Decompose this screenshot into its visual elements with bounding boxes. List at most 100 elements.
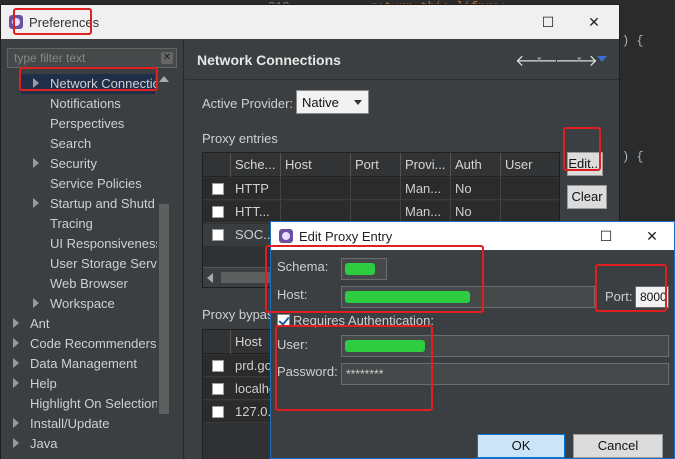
sidebar-item-ui-responsiveness[interactable]: UI Responsiveness xyxy=(1,234,162,254)
row-checkbox[interactable] xyxy=(212,206,224,218)
cancel-button[interactable]: Cancel xyxy=(573,434,663,458)
sidebar-item-label: Web Browser xyxy=(50,276,128,291)
row-auth: No xyxy=(451,178,501,200)
forward-dropdown-icon[interactable]: ▾ xyxy=(577,54,582,65)
bypass-checkbox-column xyxy=(203,330,231,354)
table-row[interactable]: HTT... Man... No xyxy=(203,201,559,223)
tree-scroll-thumb[interactable] xyxy=(159,204,169,414)
close-button[interactable]: ✕ xyxy=(585,13,603,31)
active-provider-value: Native xyxy=(302,95,339,110)
chevron-right-icon[interactable] xyxy=(33,158,39,168)
row-checkbox[interactable] xyxy=(212,229,224,241)
bypass-table-header: Host xyxy=(203,330,271,354)
sidebar-item-service-policies[interactable]: Service Policies xyxy=(1,174,157,194)
sidebar-item-perspectives[interactable]: Perspectives xyxy=(1,114,157,134)
user-label: User: xyxy=(277,337,309,352)
column-port[interactable]: Port xyxy=(351,153,401,177)
table-row[interactable]: HTTP Man... No xyxy=(203,178,559,200)
chevron-right-icon[interactable] xyxy=(33,298,39,308)
table-row[interactable]: 127.0.0 xyxy=(203,401,271,423)
dialog-maximize-button[interactable]: ☐ xyxy=(597,227,615,245)
sidebar-item-label: Service Policies xyxy=(50,176,142,191)
chevron-right-icon[interactable] xyxy=(13,418,19,428)
user-field[interactable] xyxy=(341,335,669,357)
back-dropdown-icon[interactable]: ▾ xyxy=(537,54,542,65)
sidebar-item-data-management[interactable]: Data Management xyxy=(1,354,157,374)
sidebar-item-user-storage-serv[interactable]: User Storage Serv xyxy=(1,254,157,274)
chevron-right-icon[interactable] xyxy=(33,198,39,208)
redaction-mark xyxy=(345,340,425,352)
row-schema: HTT... xyxy=(231,201,281,223)
preferences-title: Preferences xyxy=(29,15,100,30)
sidebar-item-search[interactable]: Search xyxy=(1,134,157,154)
sidebar-item-label: Highlight On Selection xyxy=(30,396,159,411)
sidebar-item-label: Workspace xyxy=(50,296,115,311)
row-checkbox[interactable] xyxy=(212,406,224,418)
column-host[interactable]: Host xyxy=(281,153,351,177)
host-field[interactable] xyxy=(341,286,595,308)
row-checkbox[interactable] xyxy=(212,360,224,372)
row-checkbox[interactable] xyxy=(212,183,224,195)
password-field[interactable]: ******** xyxy=(341,363,669,385)
bypass-host: 127.0.0 xyxy=(235,404,271,419)
sidebar-item-web-browser[interactable]: Web Browser xyxy=(1,274,157,294)
code-brace-1: ) { xyxy=(622,34,644,48)
sidebar-item-install-update[interactable]: Install/Update xyxy=(1,414,157,434)
clear-filter-icon[interactable]: ✕ xyxy=(161,52,173,64)
sidebar-item-label: Help xyxy=(30,376,57,391)
sidebar-item-ant[interactable]: Ant xyxy=(1,314,157,334)
filter-input[interactable]: type filter text ✕ xyxy=(7,48,177,68)
scroll-up-icon[interactable] xyxy=(159,76,169,82)
sidebar-item-security[interactable]: Security xyxy=(1,154,157,174)
tree-scrollbar[interactable] xyxy=(157,74,171,459)
view-menu-icon[interactable] xyxy=(597,56,607,62)
sidebar-item-label: Startup and Shutd xyxy=(50,196,155,211)
table-row[interactable]: localho xyxy=(203,378,271,400)
sidebar-item-code-recommenders[interactable]: Code Recommenders xyxy=(1,334,157,354)
column-user[interactable]: User xyxy=(501,153,559,177)
sidebar-item-network-connectio[interactable]: Network Connectio xyxy=(21,74,160,94)
chevron-right-icon[interactable] xyxy=(13,338,19,348)
header-checkbox-column xyxy=(203,153,231,177)
chevron-right-icon[interactable] xyxy=(13,438,19,448)
active-provider-select[interactable]: Native xyxy=(296,90,369,114)
proxy-entries-label: Proxy entries xyxy=(202,131,278,146)
dialog-title: Edit Proxy Entry xyxy=(299,229,393,244)
chevron-right-icon[interactable] xyxy=(33,78,39,88)
column-schema[interactable]: Sche... xyxy=(231,153,281,177)
dialog-close-button[interactable]: ✕ xyxy=(643,227,661,245)
sidebar-item-highlight-on-selection[interactable]: Highlight On Selection xyxy=(1,394,159,414)
row-checkbox[interactable] xyxy=(212,383,224,395)
sidebar-item-help[interactable]: Help xyxy=(1,374,157,394)
preferences-tree-panel: type filter text ✕ Network Connectio Noti… xyxy=(1,40,184,459)
port-field[interactable]: 8000 xyxy=(635,286,669,308)
requires-auth-label: Requires Authentication: xyxy=(293,313,434,328)
column-auth[interactable]: Auth xyxy=(451,153,501,177)
row-auth: No xyxy=(451,201,501,223)
column-provider[interactable]: Provi... xyxy=(401,153,451,177)
preferences-titlebar[interactable]: Preferences ☐ ✕ xyxy=(1,5,619,39)
port-label: Port: xyxy=(605,289,633,304)
sidebar-item-java[interactable]: Java xyxy=(1,434,157,454)
scroll-left-icon[interactable] xyxy=(207,273,213,283)
row-port xyxy=(351,178,401,200)
password-label: Password: xyxy=(277,364,338,379)
edit-button[interactable]: Edit... xyxy=(567,152,603,176)
clear-button[interactable]: Clear xyxy=(567,185,607,209)
requires-auth-checkbox[interactable] xyxy=(277,314,290,327)
sidebar-item-tracing[interactable]: Tracing xyxy=(1,214,157,234)
sidebar-item-notifications[interactable]: Notifications xyxy=(1,94,157,114)
ok-button[interactable]: OK xyxy=(477,434,565,458)
row-provider: Man... xyxy=(401,178,451,200)
table-row[interactable]: prd.go xyxy=(203,355,271,377)
bypass-column-host[interactable]: Host xyxy=(231,330,271,354)
chevron-right-icon[interactable] xyxy=(13,378,19,388)
sidebar-item-workspace[interactable]: Workspace xyxy=(1,294,157,314)
schema-field[interactable] xyxy=(341,258,387,280)
dialog-titlebar[interactable]: Edit Proxy Entry ☐ ✕ xyxy=(271,222,674,250)
maximize-button[interactable]: ☐ xyxy=(539,13,557,31)
chevron-right-icon[interactable] xyxy=(13,358,19,368)
active-provider-label: Active Provider: xyxy=(202,96,294,111)
sidebar-item-startup-and-shutd[interactable]: Startup and Shutd xyxy=(1,194,157,214)
chevron-right-icon[interactable] xyxy=(13,318,19,328)
